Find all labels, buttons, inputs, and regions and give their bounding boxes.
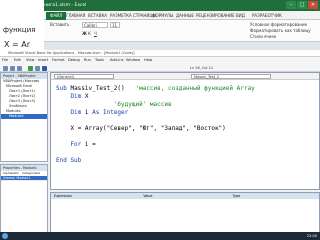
- menu-window[interactable]: Window: [126, 57, 140, 64]
- taskbar-clock: 22:00: [306, 234, 317, 238]
- font-name-select[interactable]: Calibri: [82, 22, 108, 28]
- watches-header: Expression Value Type: [51, 193, 319, 199]
- tab-page-layout[interactable]: РАЗМЕТКА СТРАНИЦЫ: [110, 12, 156, 20]
- menu-tools[interactable]: Tools: [95, 57, 104, 64]
- code-window: (General) Massiv_Test_2 Sub Massiv_Test_…: [50, 72, 320, 190]
- vba-title-bar: Microsoft Visual Basic for Applications …: [0, 50, 320, 57]
- tab-data[interactable]: ДАННЫЕ: [176, 12, 194, 20]
- code-editor[interactable]: Sub Massiv_Test_2() 'массив, созданный ф…: [56, 85, 255, 165]
- run-icon[interactable]: [28, 65, 33, 71]
- save-icon[interactable]: [17, 65, 22, 71]
- code-line: Sub Massiv_Test_2() 'массив, созданный ф…: [56, 85, 255, 93]
- menu-edit[interactable]: Edit: [14, 57, 21, 64]
- code-text: X: [84, 93, 89, 100]
- menu-file[interactable]: File: [2, 57, 8, 64]
- code-line: 'будущий' массив: [56, 101, 255, 109]
- underline-icon[interactable]: Ч: [94, 31, 97, 36]
- code-text: X = Array("Север", "Юг", "Запад", "Восто…: [56, 125, 226, 132]
- ribbon: Вставить Calibri 11 Ж К Ч Условное форма…: [0, 20, 320, 42]
- vba-toolbar: Ln 26, Col 12: [0, 64, 320, 72]
- code-line: For i =: [56, 141, 255, 149]
- tab-home[interactable]: ГЛАВНАЯ: [66, 12, 85, 20]
- code-keyword: As Integer: [92, 109, 129, 116]
- column-value: Value: [143, 194, 153, 198]
- tab-review[interactable]: РЕЦЕНЗИРОВАНИЕ: [196, 12, 235, 20]
- project-explorer: Project - VBAProject VBAProject (Массив)…: [0, 72, 48, 162]
- function-label: функция: [3, 26, 36, 34]
- code-keyword: End Sub: [56, 157, 82, 164]
- object-select[interactable]: (General): [54, 74, 114, 79]
- code-keyword: Sub: [56, 85, 71, 92]
- font-size-select[interactable]: 11: [110, 22, 120, 28]
- code-window-bar: (General) Massiv_Test_2: [51, 73, 319, 80]
- menu-addins[interactable]: Add-Ins: [110, 57, 123, 64]
- tab-insert[interactable]: ВСТАВКА: [88, 12, 107, 20]
- conditional-format-button[interactable]: Условное форматирование: [250, 22, 307, 27]
- tab-file[interactable]: ФАЙЛ: [46, 12, 67, 20]
- formula-text: X = Ar: [4, 40, 31, 49]
- cell-styles-button[interactable]: Стили ячеек: [250, 34, 276, 39]
- start-button-icon[interactable]: [2, 233, 8, 239]
- code-keyword: Dim: [56, 109, 85, 116]
- code-text: Massiv_Test_2(): [70, 85, 125, 92]
- break-icon[interactable]: [35, 65, 40, 71]
- ribbon-tabs: ФАЙЛ ГЛАВНАЯ ВСТАВКА РАЗМЕТКА СТРАНИЦЫ Ф…: [0, 11, 320, 20]
- project-tree-item-selected[interactable]: Module1: [1, 114, 47, 119]
- close-icon[interactable]: ✕: [308, 1, 318, 9]
- code-line: End Sub: [56, 157, 255, 165]
- procedure-select[interactable]: Massiv_Test_2: [191, 74, 271, 79]
- code-comment: 'будущий' массив: [56, 101, 172, 108]
- code-line: Dim X: [56, 93, 255, 101]
- vba-menu-bar: File Edit View Insert Format Debug Run T…: [0, 57, 320, 64]
- menu-view[interactable]: View: [26, 57, 35, 64]
- taskbar: 22:00: [0, 232, 320, 240]
- property-row[interactable]: (Name) Module1: [1, 176, 47, 181]
- reset-icon[interactable]: [42, 65, 47, 71]
- menu-insert[interactable]: Insert: [38, 57, 48, 64]
- vba-editor-window: Microsoft Visual Basic for Applications …: [0, 50, 320, 240]
- code-text: i =: [84, 141, 96, 148]
- bold-icon[interactable]: Ж: [82, 31, 87, 36]
- excel-title-bar: ДЗСАЕ Книга1.xlsm - Excel – □ ✕: [0, 0, 320, 11]
- paste-button[interactable]: Вставить: [50, 22, 69, 27]
- tab-formulas[interactable]: ФОРМУЛЫ: [152, 12, 173, 20]
- column-expression: Expression: [54, 194, 72, 198]
- vba-window-title: Microsoft Visual Basic for Applications …: [8, 51, 135, 55]
- italic-icon[interactable]: К: [88, 31, 91, 36]
- tab-view[interactable]: ВИД: [236, 12, 245, 20]
- cursor-position: Ln 26, Col 12: [190, 66, 214, 70]
- menu-format[interactable]: Format: [52, 57, 65, 64]
- format-table-button[interactable]: Форматировать как таблицу: [250, 28, 311, 33]
- properties-window: Properties - Module1 Alphabetic Categori…: [0, 164, 48, 240]
- code-comment: 'массив, созданный функцией Array: [124, 85, 255, 92]
- screen: ДЗСАЕ Книга1.xlsm - Excel – □ ✕ ФАЙЛ ГЛА…: [0, 0, 320, 240]
- insert-module-icon[interactable]: [10, 65, 15, 71]
- code-keyword: For: [56, 141, 85, 148]
- menu-run[interactable]: Run: [84, 57, 91, 64]
- code-keyword: Dim: [56, 93, 85, 100]
- code-line: X = Array("Север", "Юг", "Запад", "Восто…: [56, 125, 255, 133]
- code-line: Dim i As Integer: [56, 109, 255, 117]
- view-excel-icon[interactable]: [3, 65, 8, 71]
- column-type: Type: [232, 194, 241, 198]
- minimize-icon[interactable]: –: [286, 1, 296, 9]
- maximize-icon[interactable]: □: [297, 1, 307, 9]
- tab-developer[interactable]: РАЗРАБОТЧИК: [252, 12, 282, 20]
- menu-debug[interactable]: Debug: [68, 57, 80, 64]
- menu-help[interactable]: Help: [144, 57, 152, 64]
